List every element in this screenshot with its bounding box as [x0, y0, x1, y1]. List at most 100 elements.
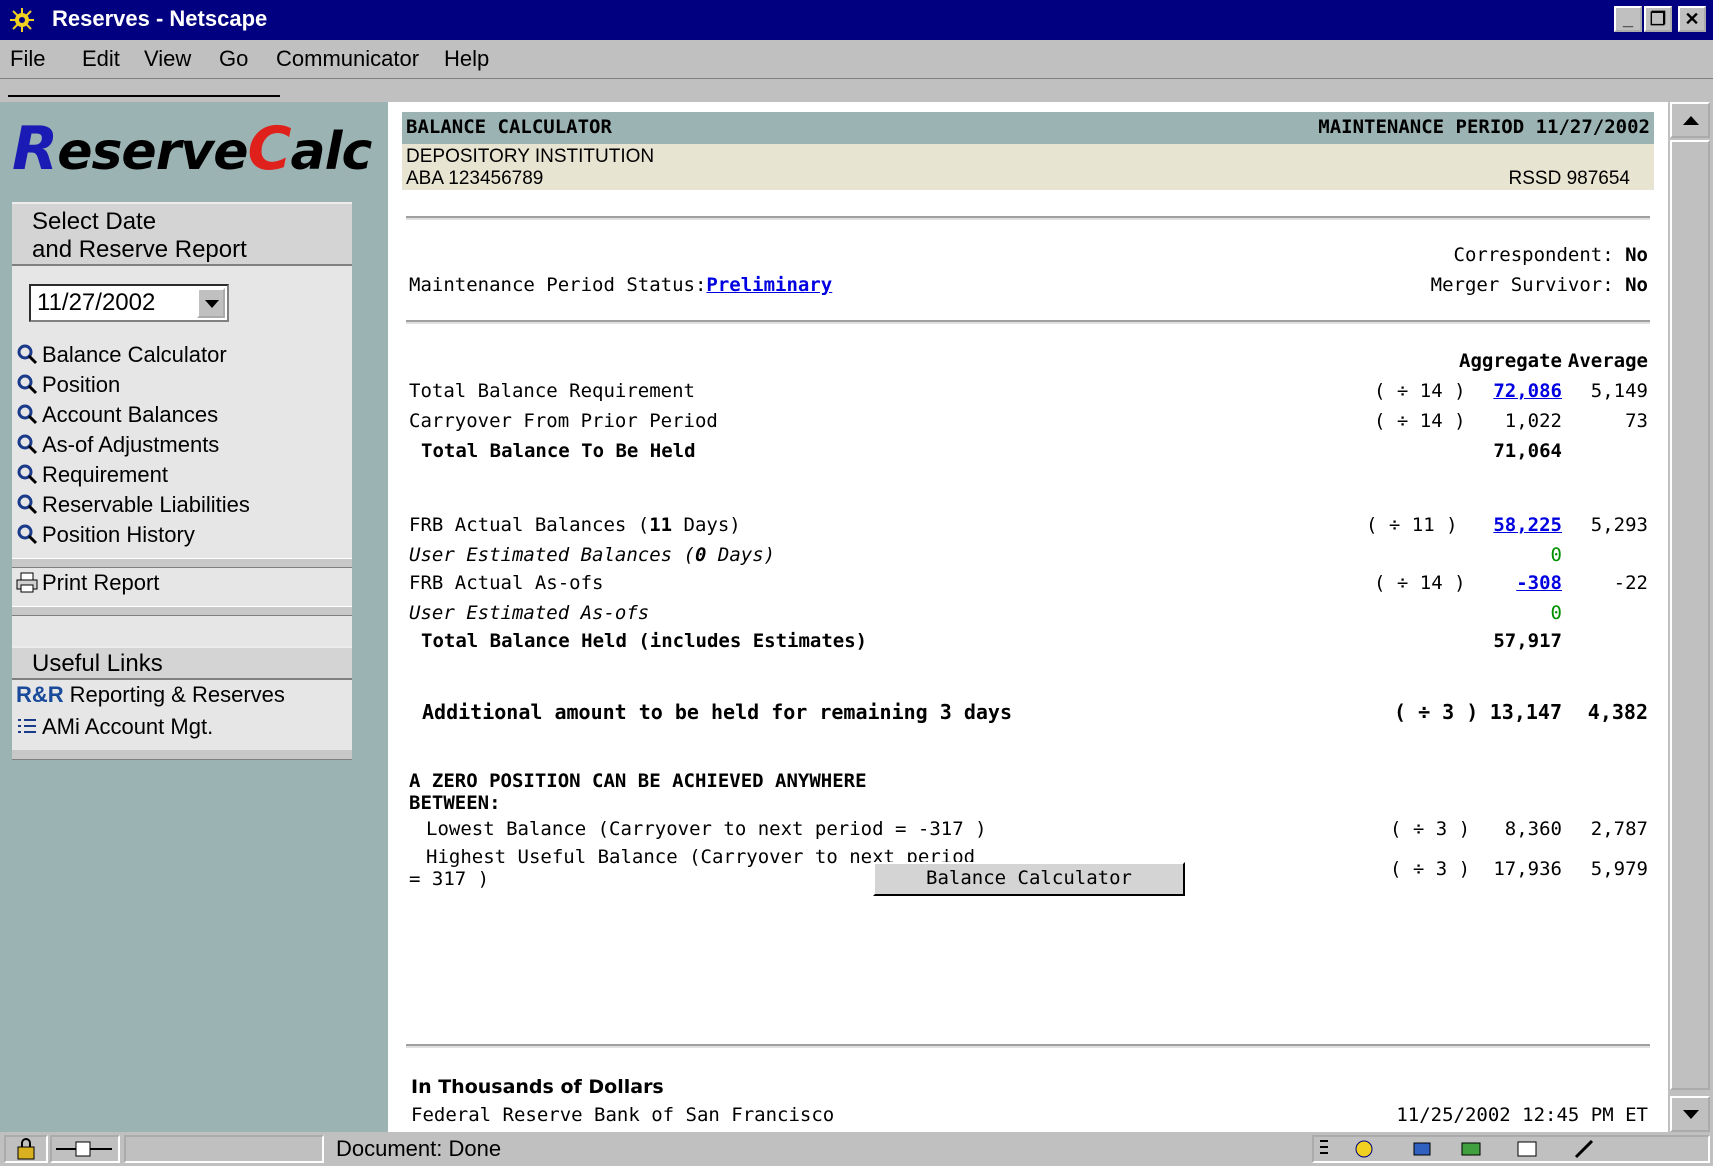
- useful-links-header: Useful Links: [12, 646, 352, 680]
- sidebar: ReserveCalc Select Date and Reserve Repo…: [0, 102, 388, 1132]
- component-bar: [1312, 1135, 1710, 1163]
- select-header-line2: and Reserve Report: [32, 236, 247, 263]
- menu-view[interactable]: View: [144, 46, 191, 72]
- useful-links: R&R Reporting & Reserves AMi Account Mgt.: [12, 680, 352, 750]
- status-bar: Document: Done: [0, 1132, 1713, 1166]
- zero-position-heading-2: BETWEEN:: [409, 792, 501, 814]
- row-aggregate: 0: [1550, 544, 1562, 566]
- title-bar: Reserves - Netscape _ ❐ ✕: [0, 0, 1713, 40]
- institution-header: DEPOSITORY INSTITUTION ABA 123456789 RSS…: [402, 144, 1654, 190]
- magnifier-icon: [17, 374, 38, 395]
- security-lock-icon[interactable]: [4, 1135, 48, 1163]
- nav-position[interactable]: Position: [16, 372, 120, 402]
- row-aggregate: 1,022: [1504, 410, 1562, 432]
- toolbar-grip[interactable]: [0, 78, 1713, 103]
- main-content: BALANCE CALCULATOR MAINTENANCE PERIOD 11…: [388, 102, 1668, 1132]
- row-aggregate: 17,936: [1493, 858, 1562, 880]
- row-label: FRB Actual Balances (11 Days): [409, 514, 741, 536]
- col-aggregate: Aggregate: [1459, 350, 1562, 372]
- minimize-button[interactable]: _: [1614, 6, 1642, 32]
- maximize-button[interactable]: ❐: [1644, 6, 1672, 32]
- nav-balance-calculator[interactable]: Balance Calculator: [16, 342, 227, 372]
- correspondent-status: Correspondent: No: [1453, 244, 1649, 266]
- report-timestamp: 11/25/2002 12:45 PM ET: [1396, 1104, 1648, 1126]
- merger-status: Merger Survivor: No: [1430, 274, 1648, 296]
- row-label: Total Balance Requirement: [409, 380, 695, 402]
- row-label: Carryover From Prior Period: [409, 410, 718, 432]
- menu-bar: File Edit View Go Communicator Help: [0, 40, 1713, 78]
- zero-position-heading: A ZERO POSITION CAN BE ACHIEVED ANYWHERE: [409, 770, 867, 792]
- chevron-down-icon[interactable]: [197, 288, 225, 318]
- report-nav: 11/27/2002 Balance Calculator Position A…: [12, 266, 352, 674]
- divider: [406, 1044, 1650, 1048]
- row-divisor: ( ÷ 3 ): [1390, 818, 1471, 840]
- nav-as-of-adjustments[interactable]: As-of Adjustments: [16, 432, 219, 462]
- close-button[interactable]: ✕: [1678, 6, 1706, 32]
- maintenance-status: Maintenance Period Status:Preliminary: [409, 274, 833, 296]
- row-divisor: ( ÷ 3 ): [1394, 700, 1479, 724]
- list-icon: [18, 719, 36, 733]
- rr-logo-icon: R&R: [16, 682, 64, 707]
- magnifier-icon: [17, 464, 38, 485]
- component-icons[interactable]: [1314, 1137, 1704, 1161]
- scroll-down-button[interactable]: [1670, 1096, 1710, 1132]
- row-divisor: ( ÷ 14 ): [1374, 410, 1466, 432]
- row-label: Lowest Balance (Carryover to next period…: [426, 818, 987, 840]
- nav-requirement[interactable]: Requirement: [16, 462, 168, 492]
- link-reporting-reserves[interactable]: R&R Reporting & Reserves: [16, 682, 285, 712]
- row-average: 5,293: [1590, 514, 1648, 536]
- menu-go[interactable]: Go: [219, 46, 248, 72]
- nav-divider: [12, 606, 352, 616]
- menu-edit[interactable]: Edit: [82, 46, 120, 72]
- select-header-line1: Select Date: [32, 208, 157, 235]
- scroll-up-button[interactable]: [1670, 102, 1710, 138]
- print-report-link[interactable]: Print Report: [16, 570, 159, 600]
- row-label-cont: = 317 ): [409, 868, 490, 890]
- row-aggregate: 13,147: [1489, 700, 1562, 724]
- rssd-number: RSSD 987654: [1508, 168, 1630, 189]
- balance-calculator-button[interactable]: Balance Calculator: [873, 862, 1185, 896]
- row-label: User Estimated Balances (0 Days): [409, 544, 776, 566]
- magnifier-icon: [17, 434, 38, 455]
- row-label: User Estimated As-ofs: [409, 602, 650, 624]
- scroll-thumb[interactable]: [1670, 140, 1710, 1090]
- nav-account-balances[interactable]: Account Balances: [16, 402, 218, 432]
- window-title: Reserves - Netscape: [52, 6, 268, 31]
- date-select[interactable]: 11/27/2002: [29, 284, 229, 322]
- nav-position-history[interactable]: Position History: [16, 522, 195, 552]
- row-divisor: ( ÷ 14 ): [1374, 380, 1466, 402]
- row-average: 4,382: [1587, 700, 1648, 724]
- institution-name: DEPOSITORY INSTITUTION: [406, 146, 655, 167]
- page-title: BALANCE CALCULATOR: [406, 116, 612, 138]
- date-select-value: 11/27/2002: [37, 289, 156, 316]
- collapsed-toolbars[interactable]: [8, 83, 280, 97]
- row-label: Additional amount to be held for remaini…: [422, 700, 1013, 724]
- select-date-header: Select Date and Reserve Report: [12, 202, 352, 266]
- row-aggregate: 71,064: [1493, 440, 1562, 462]
- status-text: Document: Done: [336, 1136, 502, 1161]
- frb-balances-link[interactable]: 58,225: [1493, 514, 1562, 536]
- row-label: Total Balance Held (includes Estimates): [421, 630, 868, 652]
- netscape-logo-icon: [10, 8, 34, 32]
- calculator-header: BALANCE CALCULATOR MAINTENANCE PERIOD 11…: [402, 112, 1654, 144]
- row-average: 2,787: [1590, 818, 1648, 840]
- vertical-scrollbar[interactable]: [1668, 102, 1713, 1132]
- row-average: 5,149: [1590, 380, 1648, 402]
- link-ami-account-mgt[interactable]: AMi Account Mgt.: [16, 714, 213, 744]
- col-average: Average: [1567, 350, 1648, 372]
- asof-link[interactable]: -308: [1516, 572, 1562, 594]
- menu-help[interactable]: Help: [444, 46, 489, 72]
- nav-reservable-liabilities[interactable]: Reservable Liabilities: [16, 492, 250, 522]
- tbr-aggregate-link[interactable]: 72,086: [1493, 380, 1562, 402]
- menu-file[interactable]: File: [10, 46, 45, 72]
- progress-field: [124, 1135, 324, 1163]
- row-aggregate: 8,360: [1504, 818, 1562, 840]
- units-note: In Thousands of Dollars: [411, 1076, 664, 1098]
- reservecalc-logo: ReserveCalc: [12, 114, 372, 184]
- links-divider: [12, 750, 352, 760]
- status-preliminary-link[interactable]: Preliminary: [706, 274, 832, 296]
- menu-communicator[interactable]: Communicator: [276, 46, 419, 72]
- magnifier-icon: [17, 524, 38, 545]
- magnifier-icon: [17, 404, 38, 425]
- magnifier-icon: [17, 494, 38, 515]
